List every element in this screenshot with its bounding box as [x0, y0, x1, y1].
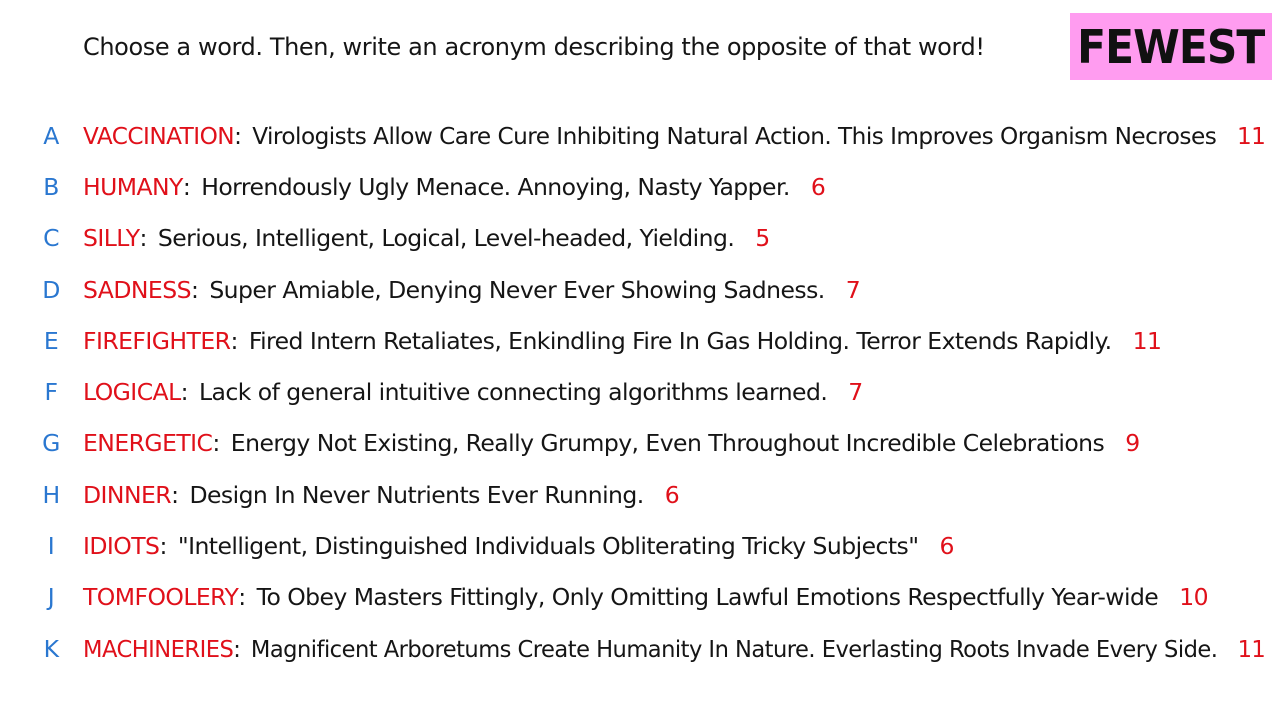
- list-item: I IDIOTS: "Intelligent, Distinguished Ind…: [0, 520, 1280, 571]
- option-acronym: Serious, Intelligent, Logical, Level-hea…: [157, 224, 735, 253]
- option-acronym: Virologists Allow Care Cure Inhibiting N…: [252, 121, 1217, 150]
- option-letter: E: [43, 326, 59, 355]
- instruction-text: Choose a word. Then, write an acronym de…: [83, 33, 985, 61]
- option-word: DINNER: [83, 480, 172, 509]
- option-content: SADNESS: Super Amiable, Denying Never Eve…: [83, 275, 861, 304]
- list-item: G ENERGETIC: Energy Not Existing, Really …: [0, 418, 1280, 469]
- option-word: HUMANY: [83, 172, 183, 201]
- badge-label: FEWEST: [1077, 19, 1265, 74]
- option-word: IDIOTS: [83, 532, 160, 561]
- option-acronym: Energy Not Existing, Really Grumpy, Even…: [230, 429, 1105, 458]
- option-acronym: Super Amiable, Denying Never Ever Showin…: [209, 275, 825, 304]
- option-content: MACHINERIES: Magnificent Arboretums Creat…: [83, 634, 1266, 663]
- option-acronym: "Intelligent, Distinguished Individuals …: [177, 532, 919, 561]
- option-acronym: Horrendously Ugly Menace. Annoying, Nast…: [201, 172, 790, 201]
- option-colon: :: [171, 480, 179, 509]
- option-acronym: Fired Intern Retaliates, Enkindling Fire…: [248, 326, 1112, 355]
- option-word: FIREFIGHTER: [83, 326, 231, 355]
- option-acronym: Design In Never Nutrients Ever Running.: [189, 480, 644, 509]
- option-acronym: To Obey Masters Fittingly, Only Omitting…: [256, 583, 1159, 612]
- option-word: SADNESS: [83, 275, 191, 304]
- option-word: TOMFOOLERY: [83, 583, 239, 612]
- option-content: TOMFOOLERY: To Obey Masters Fittingly, On…: [83, 583, 1209, 612]
- option-count: 7: [848, 378, 863, 407]
- option-colon: :: [190, 275, 199, 304]
- option-colon: :: [230, 326, 238, 355]
- option-acronym: Lack of general intuitive connecting alg…: [199, 378, 828, 407]
- option-count: 6: [810, 172, 826, 201]
- option-count: 9: [1125, 429, 1140, 458]
- option-content: VACCINATION: Virologists Allow Care Cure …: [83, 121, 1266, 150]
- option-colon: :: [159, 532, 167, 561]
- option-letter: B: [43, 172, 59, 201]
- option-content: LOGICAL: Lack of general intuitive connec…: [83, 378, 863, 406]
- option-colon: :: [233, 634, 241, 663]
- option-count: 11: [1236, 121, 1266, 150]
- option-count: 11: [1237, 634, 1266, 663]
- option-content: DINNER: Design In Never Nutrients Ever Ru…: [83, 480, 680, 509]
- list-item: B HUMANY: Horrendously Ugly Menace. Annoy…: [0, 161, 1280, 212]
- option-count: 6: [939, 532, 954, 561]
- option-content: IDIOTS: "Intelligent, Distinguished Indiv…: [83, 532, 954, 560]
- option-content: ENERGETIC: Energy Not Existing, Really Gr…: [83, 429, 1140, 457]
- list-item: J TOMFOOLERY: To Obey Masters Fittingly, …: [0, 572, 1280, 623]
- option-count: 5: [755, 224, 770, 253]
- list-item: A VACCINATION: Virologists Allow Care Cur…: [0, 110, 1280, 161]
- option-acronym: Magnificent Arboretums Create Humanity I…: [250, 634, 1218, 663]
- option-word: ENERGETIC: [83, 429, 213, 458]
- list-item: H DINNER: Design In Never Nutrients Ever …: [0, 469, 1280, 520]
- option-letter: J: [47, 583, 55, 612]
- option-content: HUMANY: Horrendously Ugly Menace. Annoyin…: [83, 172, 826, 201]
- option-count: 10: [1179, 583, 1209, 612]
- answer-list: A VACCINATION: Virologists Allow Care Cur…: [0, 110, 1280, 674]
- option-word: VACCINATION: [83, 121, 235, 150]
- option-letter: C: [43, 224, 59, 253]
- option-letter: I: [47, 532, 55, 561]
- fewest-badge: FEWEST: [1070, 13, 1272, 80]
- option-colon: :: [238, 583, 246, 612]
- option-letter: G: [42, 429, 60, 458]
- option-letter: D: [42, 275, 60, 304]
- option-word: MACHINERIES: [83, 634, 234, 663]
- option-word: LOGICAL: [83, 378, 181, 407]
- list-item: F LOGICAL: Lack of general intuitive conn…: [0, 366, 1280, 417]
- list-item: D SADNESS: Super Amiable, Denying Never E…: [0, 264, 1280, 315]
- list-item: K MACHINERIES: Magnificent Arboretums Cre…: [0, 623, 1280, 674]
- option-count: 6: [664, 480, 680, 509]
- option-content: FIREFIGHTER: Fired Intern Retaliates, Enk…: [83, 326, 1162, 355]
- option-count: 11: [1132, 326, 1162, 355]
- option-colon: :: [182, 172, 191, 201]
- option-letter: K: [43, 634, 59, 663]
- option-word: SILLY: [83, 224, 140, 253]
- option-letter: F: [44, 378, 59, 407]
- option-colon: :: [212, 429, 220, 458]
- option-count: 7: [845, 275, 861, 304]
- option-letter: A: [43, 121, 59, 150]
- option-colon: :: [234, 121, 242, 150]
- option-letter: H: [42, 480, 60, 509]
- list-item: C SILLY: Serious, Intelligent, Logical, L…: [0, 213, 1280, 264]
- option-colon: :: [139, 224, 148, 253]
- list-item: E FIREFIGHTER: Fired Intern Retaliates, E…: [0, 315, 1280, 366]
- option-colon: :: [180, 378, 189, 407]
- option-content: SILLY: Serious, Intelligent, Logical, Lev…: [83, 224, 770, 252]
